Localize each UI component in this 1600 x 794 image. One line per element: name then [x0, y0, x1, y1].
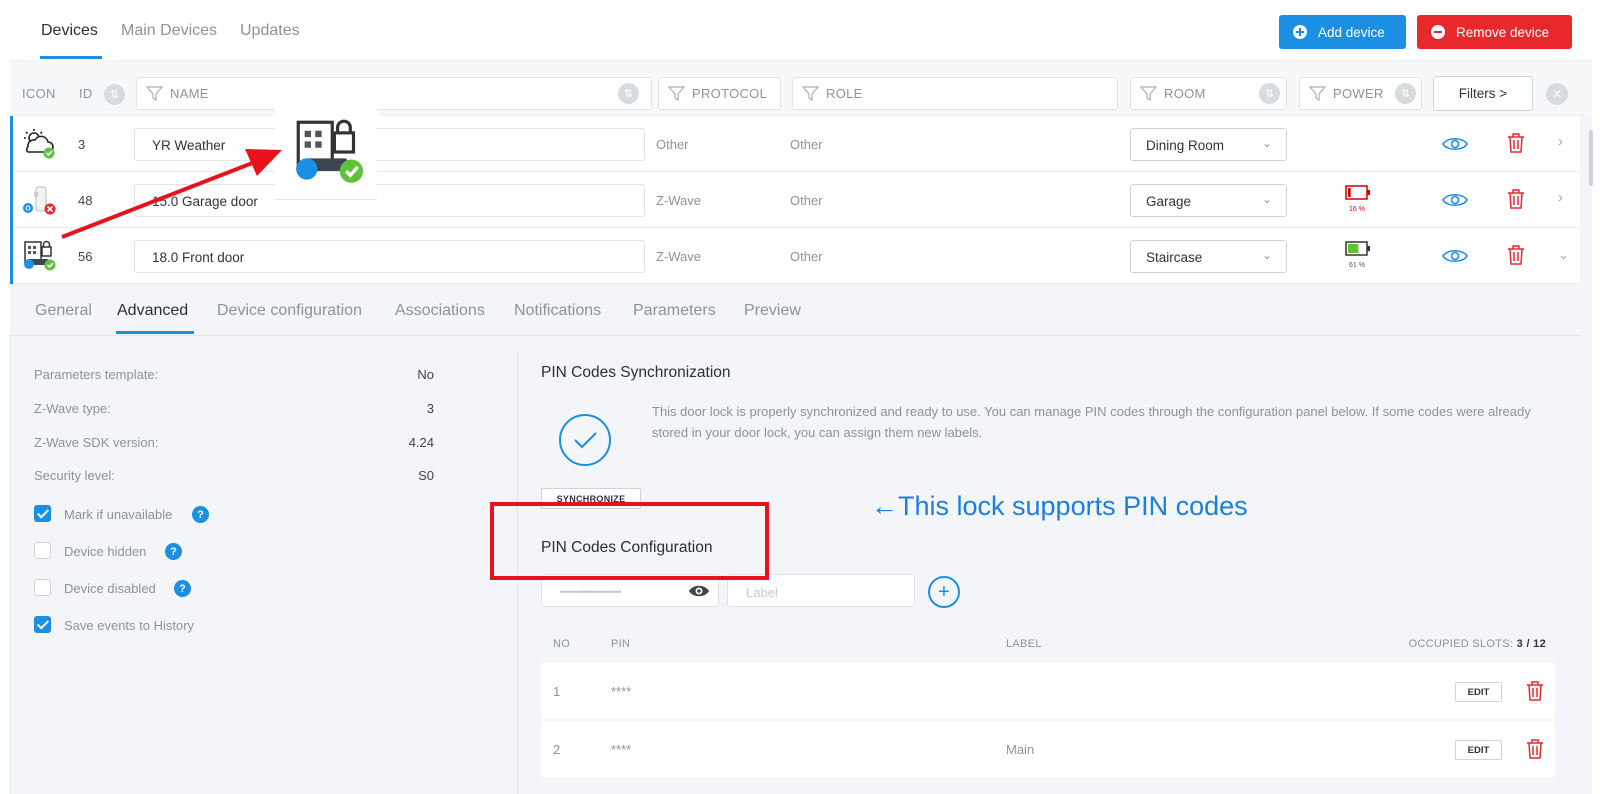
annotation-arrow: [61, 149, 282, 239]
annotation-highlight-box: [490, 502, 769, 580]
annotation-text: ←This lock supports PIN codes: [871, 491, 1248, 521]
